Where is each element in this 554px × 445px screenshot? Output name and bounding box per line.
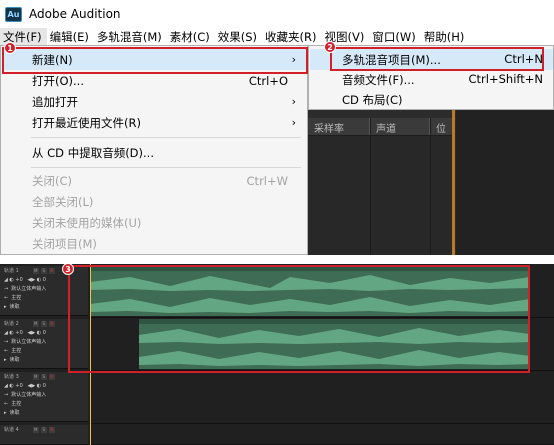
menu-item-shortcut: Ctrl+W xyxy=(246,173,288,188)
annotation-badge-3: 3 xyxy=(62,263,74,275)
mute-button[interactable]: M xyxy=(32,320,39,327)
menu-multitrack[interactable]: 多轨混音(M) xyxy=(94,28,167,45)
track-output: 主控 xyxy=(11,401,22,407)
track-automation-row[interactable]: ▸ 读取 xyxy=(0,408,88,417)
track-name[interactable]: 轨道 1 xyxy=(4,267,19,274)
menu-item-close-project[interactable]: 关闭项目(M) xyxy=(2,233,306,254)
menu-item-close-unused[interactable]: 关闭未使用的媒体(U) xyxy=(2,212,306,233)
section-divider xyxy=(0,255,554,264)
track-name[interactable]: 轨道 4 xyxy=(4,426,19,433)
file-menu-dropdown: 新建(N) › 打开(O)... Ctrl+O 追加打开 › 打开最近使用文件(… xyxy=(0,45,308,255)
menu-item-close-all[interactable]: 全部关闭(L) xyxy=(2,191,306,212)
track-lane[interactable] xyxy=(89,372,554,424)
chevron-right-icon: › xyxy=(291,95,296,108)
track-output: 主控 xyxy=(11,295,22,301)
menu-item-close[interactable]: 关闭(C) Ctrl+W xyxy=(2,170,306,191)
mute-button[interactable]: M xyxy=(32,267,39,274)
app-title: Adobe Audition xyxy=(29,7,121,21)
audition-logo-icon: Au xyxy=(5,6,22,22)
menu-item-label: CD 布局(C) xyxy=(342,93,403,107)
menu-item-shortcut: Ctrl+Shift+N xyxy=(468,72,543,86)
menu-item-label: 全部关闭(L) xyxy=(32,194,94,209)
solo-button[interactable]: S xyxy=(40,426,47,433)
solo-button[interactable]: S xyxy=(40,267,47,274)
track-title-row: 轨道 4 M S R xyxy=(0,425,88,434)
track-output: 主控 xyxy=(11,348,22,354)
track-mode: 读取 xyxy=(9,304,20,310)
track-input: 默认立体声输入 xyxy=(11,286,47,292)
menu-item-label: 打开(O)... xyxy=(32,73,84,88)
menu-item-label: 关闭未使用的媒体(U) xyxy=(32,215,142,230)
track-volume-row[interactable]: ◢ ◐ +0 ◀▶ ◐ 0 xyxy=(0,381,88,390)
submenu-item-audio-file[interactable]: 音频文件(F)... Ctrl+Shift+N xyxy=(310,69,553,90)
track-input: 默认立体声输入 xyxy=(11,339,47,345)
title-bar: Au Adobe Audition xyxy=(0,0,554,28)
track-title-row: 轨道 3 M S R xyxy=(0,372,88,381)
menu-effects[interactable]: 效果(S) xyxy=(215,28,262,45)
menu-clip[interactable]: 素材(C) xyxy=(167,28,215,45)
menu-item-append-open[interactable]: 追加打开 › xyxy=(2,91,306,112)
track-name[interactable]: 轨道 3 xyxy=(4,373,19,380)
menu-window[interactable]: 窗口(W) xyxy=(369,28,420,45)
annotation-box-new xyxy=(2,47,308,74)
column-divider xyxy=(430,118,431,255)
record-button[interactable]: R xyxy=(48,320,55,327)
menu-item-label: 音频文件(F)... xyxy=(342,73,415,87)
menu-favorites[interactable]: 收藏夹(R) xyxy=(262,28,321,45)
menu-separator xyxy=(31,137,301,138)
track-input-row[interactable]: → 默认立体声输入 xyxy=(0,390,88,399)
menu-help[interactable]: 帮助(H) xyxy=(421,28,470,45)
track-mode: 读取 xyxy=(9,410,20,416)
files-panel-header: 采样率 声道 位 xyxy=(308,118,454,136)
menu-item-open-recent[interactable]: 打开最近使用文件(R) › xyxy=(2,112,306,133)
mute-button[interactable]: M xyxy=(32,426,39,433)
column-bits[interactable]: 位 xyxy=(430,118,452,135)
column-divider xyxy=(370,118,371,255)
track-header: 轨道 4 M S R xyxy=(0,425,88,445)
solo-button[interactable]: S xyxy=(40,373,47,380)
files-panel-body xyxy=(308,136,454,255)
menu-item-label: 追加打开 xyxy=(32,94,78,109)
track-name[interactable]: 轨道 2 xyxy=(4,320,19,327)
record-button[interactable]: R xyxy=(48,373,55,380)
track-lane[interactable] xyxy=(89,425,554,445)
submenu-item-cd-layout[interactable]: CD 布局(C) xyxy=(310,89,553,110)
mute-button[interactable]: M xyxy=(32,373,39,380)
track-output-row[interactable]: ← 主控 xyxy=(0,399,88,408)
column-sample-rate[interactable]: 采样率 xyxy=(308,118,370,135)
menu-item-label: 关闭(C) xyxy=(32,173,73,188)
track-header: 轨道 3 M S R ◢ ◐ +0 ◀▶ ◐ 0 → 默认立体声输入 ← 主控 … xyxy=(0,372,88,422)
menu-item-label: 打开最近使用文件(R) xyxy=(32,115,141,130)
solo-button[interactable]: S xyxy=(40,320,47,327)
track-mode: 读取 xyxy=(9,357,20,363)
record-button[interactable]: R xyxy=(48,267,55,274)
record-button[interactable]: R xyxy=(48,426,55,433)
track-input: 默认立体声输入 xyxy=(11,392,47,398)
annotation-badge-2: 2 xyxy=(324,41,336,53)
editor-panel xyxy=(456,110,554,255)
menu-edit[interactable]: 编辑(E) xyxy=(47,28,94,45)
panel-focus-strip xyxy=(452,110,455,255)
menu-item-extract-cd[interactable]: 从 CD 中提取音频(D)... xyxy=(2,142,306,163)
menu-bar: 文件(F) 编辑(E) 多轨混音(M) 素材(C) 效果(S) 收藏夹(R) 视… xyxy=(0,28,554,45)
menu-item-label: 关闭项目(M) xyxy=(32,236,97,251)
menu-item-shortcut: Ctrl+O xyxy=(248,73,288,88)
chevron-right-icon: › xyxy=(291,116,296,129)
menu-separator xyxy=(31,167,301,168)
annotation-box-multitrack xyxy=(330,47,544,71)
annotation-badge-1: 1 xyxy=(4,42,16,54)
column-channels[interactable]: 声道 xyxy=(370,118,430,135)
menu-item-label: 从 CD 中提取音频(D)... xyxy=(32,145,154,160)
annotation-box-tracks xyxy=(68,265,530,373)
